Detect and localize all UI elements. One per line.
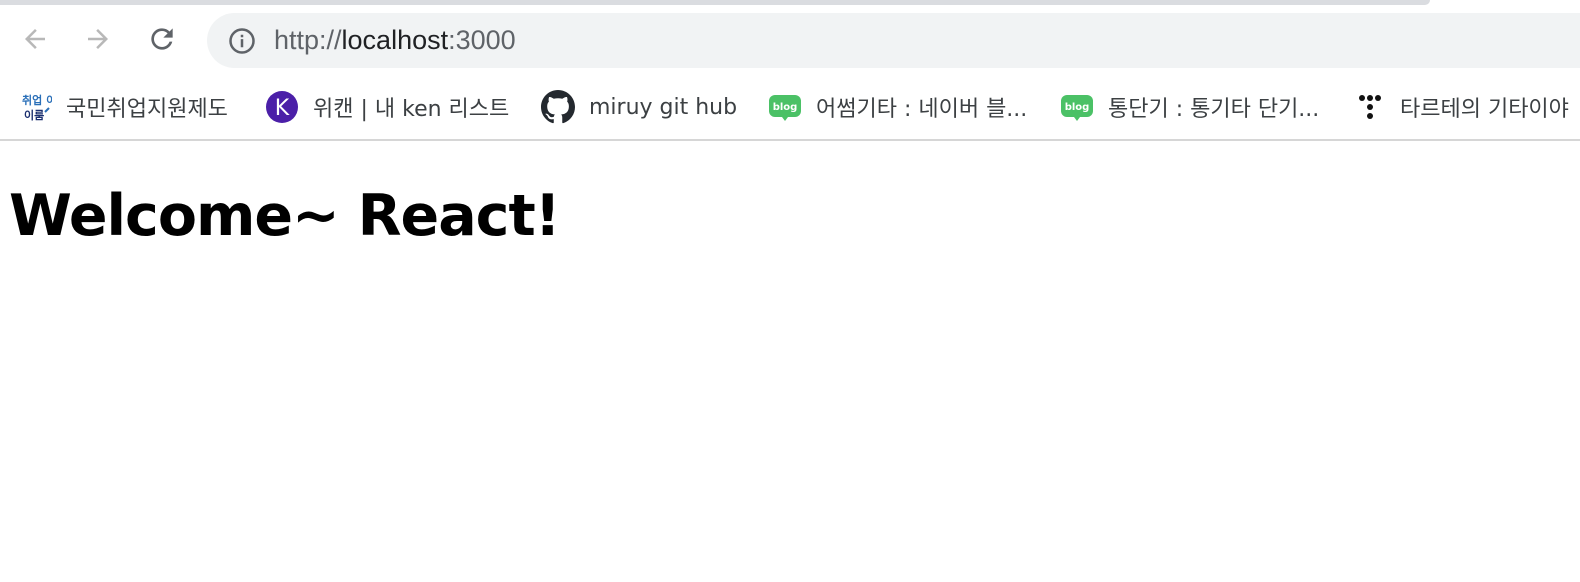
bookmark-weken[interactable]: K 위캔 | 내 ken 리스트 <box>265 90 509 124</box>
bookmark-github[interactable]: miruy git hub <box>541 90 737 124</box>
bookmark-label: miruy git hub <box>589 94 738 120</box>
bookmark-label: 국민취업지원제도 <box>66 97 228 122</box>
svg-text:blog: blog <box>773 102 798 113</box>
dots-logo-icon <box>1352 90 1386 124</box>
reload-button[interactable] <box>142 19 182 59</box>
bookmark-label: 타르테의 기타이야 <box>1400 97 1569 122</box>
url-host: localhost <box>341 25 449 55</box>
page-heading: Welcome~ React! <box>9 183 561 249</box>
bookmark-guitar-course[interactable]: blog 통단기 : 통기타 단기... <box>1060 90 1319 124</box>
bookmark-tarte-guitar[interactable]: 타르테의 기타이야 <box>1352 90 1569 124</box>
address-bar[interactable]: http://localhost:3000 <box>207 13 1580 68</box>
bookmarks-bar: 취업 이룸 이룸 국민취업지원제도 K 위캔 | 내 ken 리스트 miruy… <box>0 79 1580 141</box>
bookmark-label: 어썸기타 : 네이버 블... <box>816 97 1028 122</box>
bookmark-label: 통단기 : 통기타 단기... <box>1108 97 1320 122</box>
reload-icon <box>146 23 178 55</box>
bookmark-label: 위캔 | 내 ken 리스트 <box>313 97 510 122</box>
svg-text:취업 이룸: 취업 이룸 <box>22 93 52 107</box>
github-icon <box>541 90 575 124</box>
arrow-right-icon <box>83 24 113 54</box>
employment-logo-icon: 취업 이룸 이룸 <box>18 90 52 124</box>
url-port: :3000 <box>448 25 516 55</box>
bookmark-employment-support[interactable]: 취업 이룸 이룸 국민취업지원제도 <box>18 90 228 124</box>
arrow-left-icon <box>20 24 50 54</box>
browser-toolbar: http://localhost:3000 <box>0 5 1580 79</box>
bookmark-awesome-guitar[interactable]: blog 어썸기타 : 네이버 블... <box>768 90 1027 124</box>
naver-blog-icon: blog <box>768 90 802 124</box>
svg-text:K: K <box>275 96 290 121</box>
svg-text:이룸: 이룸 <box>24 108 44 122</box>
back-button[interactable] <box>15 19 55 59</box>
forward-button[interactable] <box>78 19 118 59</box>
info-circle-icon[interactable] <box>227 26 257 56</box>
naver-blog-icon: blog <box>1060 90 1094 124</box>
svg-text:blog: blog <box>1065 102 1090 113</box>
url-scheme: http:// <box>274 25 342 55</box>
page-content: Welcome~ React! <box>0 141 1580 582</box>
k-circle-icon: K <box>265 90 299 124</box>
url-text[interactable]: http://localhost:3000 <box>274 25 516 56</box>
